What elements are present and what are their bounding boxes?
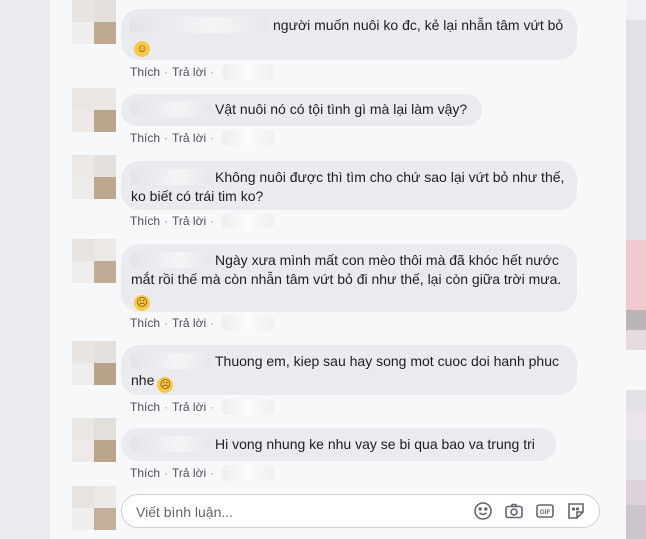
commenter-avatar[interactable] [72, 341, 116, 385]
commenter-name-redacted[interactable] [131, 169, 211, 185]
like-link[interactable]: Thích [130, 316, 160, 330]
comment-bubble: Thuong em, kiep sau hay song mot cuoc do… [121, 345, 577, 395]
timestamp-redacted[interactable] [222, 64, 275, 80]
reply-link[interactable]: Trả lời [172, 131, 206, 145]
comment-text: Hi vong nhung ke nhu vay se bi qua bao v… [215, 436, 535, 452]
commenter-name-redacted[interactable] [131, 252, 211, 268]
sticker-icon[interactable] [565, 500, 587, 522]
right-margin [626, 0, 646, 539]
comment-input[interactable] [134, 501, 458, 523]
reply-link[interactable]: Trả lời [172, 466, 206, 480]
timestamp-redacted[interactable] [222, 213, 275, 229]
comment-actions: Thích · Trả lời · [130, 130, 275, 146]
comment-actions: Thích · Trả lời · [130, 213, 275, 229]
reply-link[interactable]: Trả lời [172, 214, 206, 228]
reply-link[interactable]: Trả lời [172, 316, 206, 330]
timestamp-redacted[interactable] [222, 399, 275, 415]
commenter-name-redacted[interactable] [131, 101, 211, 117]
comment-actions: Thích · Trả lời · [130, 64, 275, 80]
commenter-avatar[interactable] [72, 0, 116, 44]
commenter-name-redacted[interactable] [129, 17, 269, 33]
timestamp-redacted[interactable] [222, 130, 275, 146]
gif-icon[interactable]: GIF [534, 500, 556, 522]
left-margin [0, 0, 50, 539]
comment-actions: Thích · Trả lời · [130, 465, 275, 481]
camera-icon[interactable] [503, 500, 525, 522]
timestamp-redacted[interactable] [222, 465, 275, 481]
comment-bubble: Hi vong nhung ke nhu vay se bi qua bao v… [121, 428, 556, 461]
comment-actions: Thích · Trả lời · [130, 315, 275, 331]
like-link[interactable]: Thích [130, 214, 160, 228]
comment-text: Vật nuôi nó có tội tình gì mà lại làm vậ… [215, 101, 468, 117]
like-link[interactable]: Thích [130, 65, 160, 79]
commenter-avatar[interactable] [72, 239, 116, 283]
comment-bubble: Ngày xưa mình mất con mèo thôi mà đã khó… [121, 244, 577, 312]
commenter-avatar[interactable] [72, 88, 116, 132]
sad-emoji-icon: ☹ [157, 377, 174, 393]
like-link[interactable]: Thích [130, 400, 160, 414]
my-avatar[interactable] [72, 486, 116, 530]
comment-actions: Thích · Trả lời · [130, 399, 275, 415]
reply-link[interactable]: Trả lời [172, 400, 206, 414]
sad-emoji-icon: ☹ [134, 295, 150, 311]
slightly-smiling-emoji-icon: ☺ [134, 41, 150, 57]
reply-link[interactable]: Trả lời [172, 65, 206, 79]
like-link[interactable]: Thích [130, 466, 160, 480]
commenter-avatar[interactable] [72, 155, 116, 199]
comment-bubble: Không nuôi được thì tìm cho chứ sao lại … [121, 161, 577, 210]
commenter-avatar[interactable] [72, 418, 116, 462]
comment-composer: GIF [121, 494, 600, 528]
commenter-name-redacted[interactable] [131, 436, 211, 452]
emoji-icon[interactable] [472, 500, 494, 522]
timestamp-redacted[interactable] [222, 315, 275, 331]
like-link[interactable]: Thích [130, 131, 160, 145]
svg-text:GIF: GIF [540, 509, 551, 516]
comment-text: người muốn nuôi ko đc, kẻ lại nhẫn tâm v… [273, 17, 564, 33]
commenter-name-redacted[interactable] [131, 353, 211, 369]
comment-bubble: người muốn nuôi ko đc, kẻ lại nhẫn tâm v… [121, 9, 577, 60]
comment-bubble: Vật nuôi nó có tội tình gì mà lại làm vậ… [121, 94, 482, 126]
